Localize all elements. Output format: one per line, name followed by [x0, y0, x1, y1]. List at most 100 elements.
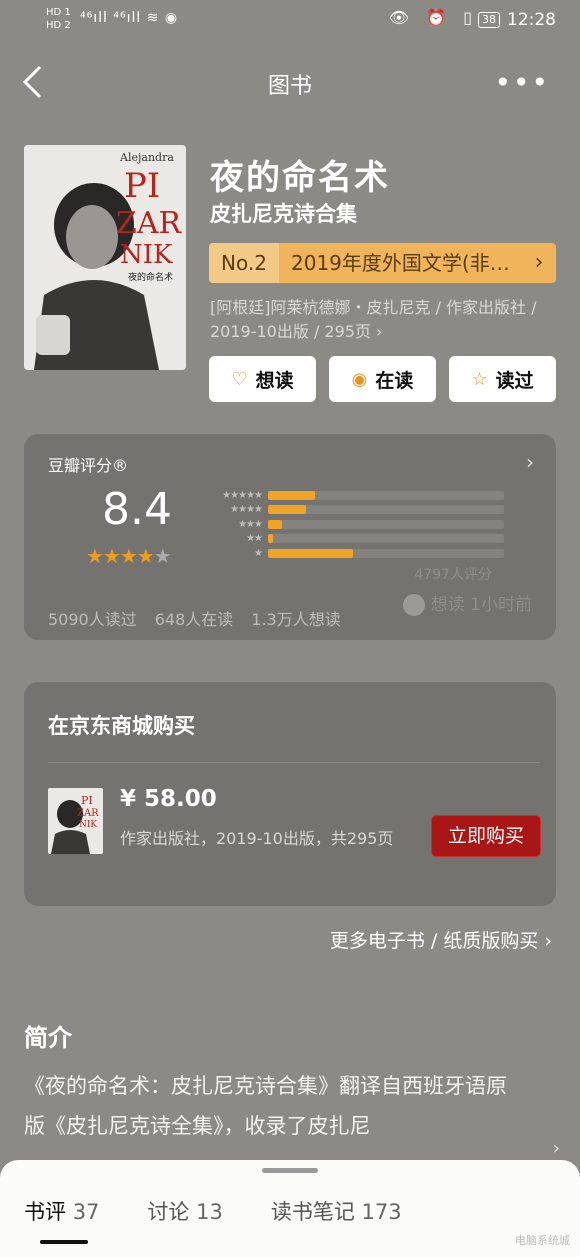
rating-track: [268, 505, 504, 515]
tab-count: 13: [196, 1200, 223, 1224]
book-subtitle: 皮扎尼克诗合集: [210, 202, 357, 226]
star-row-label: ★★★★: [230, 504, 263, 516]
cover-nik: NIK: [120, 240, 173, 270]
rating-bar-3: [268, 519, 283, 529]
book-meta[interactable]: [阿根廷]阿莱杭德娜・皮扎尼克 / 作家出版社 / 2019-10出版 / 29…: [210, 296, 560, 344]
star-filled-icon: ★: [136, 544, 155, 568]
intro-text: 《夜的命名术：皮扎尼克诗合集》翻译自西班牙语原版《皮扎尼克诗全集》，收录了皮扎尼: [24, 1074, 507, 1138]
sim-indicator: HD 1 HD 2: [46, 6, 71, 32]
rating-bar-4: [268, 505, 306, 515]
rating-row-3: ★★★: [204, 517, 504, 532]
purchase-title: 在京东商城购买: [48, 714, 195, 738]
ranking-banner[interactable]: No.2 2019年度外国文学(非… ›: [209, 243, 556, 283]
chevron-right-icon: ›: [534, 250, 544, 275]
rank-text: 2019年度外国文学(非…: [291, 251, 510, 275]
tab-notes[interactable]: 读书笔记 173: [271, 1196, 402, 1226]
recent-time: 1小时前: [470, 595, 532, 615]
thumb-nik: NIK: [79, 820, 97, 830]
rating-distribution: ★★★★★ ★★★★ ★★★ ★★ ★: [204, 488, 504, 561]
sheet-handle[interactable]: [262, 1168, 318, 1173]
tab-discussions[interactable]: 讨论 13: [147, 1196, 222, 1226]
reading-icon: ◉: [351, 368, 368, 390]
star-row-label: ★★★★★: [222, 489, 263, 501]
divider: [48, 762, 540, 763]
want-count: 1.3万人想读: [251, 610, 341, 629]
tab-label: 书评: [24, 1200, 66, 1224]
rating-row-2: ★★: [204, 532, 504, 547]
cover-pi: PI: [124, 166, 160, 206]
rank-number: No.2: [209, 243, 279, 283]
book-cover[interactable]: Alejandra PI ZAR NIK 夜的命名术: [24, 145, 186, 370]
rating-heading: 豆瓣评分®: [48, 456, 129, 475]
star-row-label: ★★: [246, 533, 263, 545]
cover-author-text: Alejandra: [119, 151, 174, 164]
heart-plus-icon: ♡: [231, 368, 248, 390]
tab-count: 173: [361, 1200, 402, 1224]
cover-zar: ZAR: [116, 206, 183, 241]
tab-reviews[interactable]: 书评 37: [24, 1196, 99, 1226]
chevron-right-icon[interactable]: ›: [553, 1138, 560, 1159]
sim2-label: HD 2: [46, 20, 71, 31]
purchase-meta: 作家出版社，2019-10出版，共295页: [120, 829, 394, 848]
system-icons: 👁 ⏰ ▯: [388, 8, 478, 27]
status-bar: HD 1 HD 2 ⁴⁶ıll ⁴⁶ıll ≋ ◉ 👁 ⏰ ▯ 38 12:28: [0, 0, 580, 44]
active-tab-indicator: [40, 1240, 88, 1244]
cover-cn-title: 夜的命名术: [128, 271, 173, 283]
thumbnail-image: PI ZAR NIK: [48, 788, 103, 854]
tab-bar: 书评 37 讨论 13 读书笔记 173: [24, 1196, 402, 1226]
have-read-label: 读过: [495, 369, 534, 392]
reading-count: 648人在读: [154, 610, 234, 629]
star-row-label: ★: [254, 547, 263, 559]
price: ¥ 58.00: [120, 786, 217, 812]
want-to-read-label: 想读: [255, 369, 294, 392]
page-title: 图书: [267, 74, 312, 99]
intro-heading: 简介: [24, 1024, 72, 1052]
want-to-read-button[interactable]: ♡ 想读: [209, 356, 316, 402]
rating-track: [268, 534, 504, 544]
tab-count: 37: [72, 1200, 100, 1224]
bottom-sheet[interactable]: 书评 37 讨论 13 读书笔记 173 电脑系统城: [0, 1160, 580, 1257]
rating-row-4: ★★★★: [204, 503, 504, 518]
cover-image: Alejandra PI ZAR NIK 夜的命名术: [24, 145, 186, 370]
reader-stats: 5090人读过 648人在读 1.3万人想读: [48, 606, 359, 630]
more-purchase-link[interactable]: 更多电子书 / 纸质版购买 ›: [330, 926, 552, 953]
product-thumbnail[interactable]: PI ZAR NIK: [48, 788, 103, 854]
tab-label: 讨论: [147, 1200, 190, 1224]
rating-track: [268, 519, 504, 529]
read-count: 5090人读过: [48, 610, 137, 629]
rating-bar-2: [268, 534, 273, 544]
recent-label: 想读: [430, 595, 465, 615]
rating-track: [268, 548, 504, 558]
have-read-button[interactable]: ☆ 读过: [449, 356, 556, 402]
rating-bar-1: [268, 548, 353, 558]
rating-track: [268, 490, 504, 500]
tab-label: 读书笔记: [270, 1200, 355, 1224]
star-empty-icon: ★: [153, 544, 172, 568]
thumb-pi: PI: [81, 794, 93, 807]
rating-stars: ★★★★★: [86, 544, 172, 568]
rating-row-5: ★★★★★: [204, 488, 504, 503]
thumb-zar: ZAR: [77, 808, 99, 819]
book-title: 夜的命名术: [210, 158, 390, 198]
recent-activity: 想读 1小时前: [402, 590, 532, 616]
purchase-card: 在京东商城购买 PI ZAR NIK ¥ 58.00 作家出版社，2019-10…: [24, 682, 556, 906]
sim1-label: HD 1: [46, 7, 71, 18]
rating-score: 8.4: [102, 484, 172, 535]
chevron-right-icon: ›: [526, 450, 534, 474]
clock: 12:28: [507, 10, 556, 30]
star-filled-icon: ★: [119, 544, 138, 568]
reading-label: 在读: [375, 369, 414, 392]
status-icons: 👁 ⏰ ▯ 38: [389, 8, 500, 28]
rating-card[interactable]: 豆瓣评分® › 8.4 ★★★★★ ★★★★★ ★★★★ ★★★ ★★ ★ 47…: [24, 434, 556, 640]
buy-now-button[interactable]: 立即购买: [431, 815, 541, 857]
watermark: 电脑系统城: [515, 1234, 570, 1247]
rating-count: 4797人评分: [414, 567, 492, 583]
signal-icons: ⁴⁶ıll ⁴⁶ıll ≋ ◉: [80, 10, 179, 26]
rating-bar-5: [268, 490, 316, 500]
star-filled-icon: ★: [102, 544, 121, 568]
avatar: [402, 594, 425, 616]
more-options-icon[interactable]: •••: [494, 66, 550, 99]
star-row-label: ★★★: [238, 518, 263, 530]
battery-icon: 38: [478, 12, 500, 28]
reading-button[interactable]: ◉ 在读: [329, 356, 436, 402]
